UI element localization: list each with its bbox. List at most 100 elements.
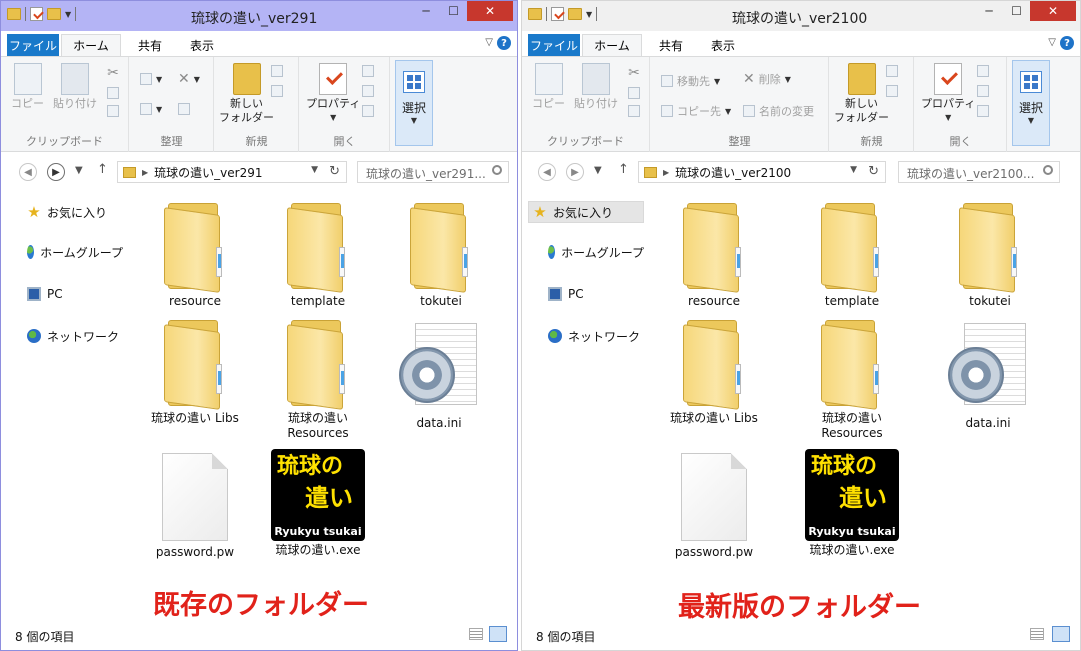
tab-view[interactable]: 表示 xyxy=(179,34,225,56)
chevron-down-icon[interactable]: ▼ xyxy=(311,165,318,175)
file-item-password[interactable]: password.pw xyxy=(135,453,255,560)
move-to-button[interactable]: 移動先 ▼ xyxy=(661,73,720,89)
details-view-icon[interactable] xyxy=(469,628,483,640)
rename-button[interactable]: 名前の変更 xyxy=(743,103,814,119)
up-arrow-icon[interactable]: ↑ xyxy=(97,162,108,177)
history-icon[interactable] xyxy=(977,105,989,117)
nav-homegroup[interactable]: ホームグループ xyxy=(528,241,644,263)
tab-share[interactable]: 共有 xyxy=(648,34,694,56)
rename-button[interactable] xyxy=(178,103,190,115)
paste-shortcut-icon[interactable] xyxy=(107,105,119,117)
large-icons-view-icon[interactable] xyxy=(489,626,507,642)
maximize-button[interactable]: ☐ xyxy=(1003,1,1030,21)
address-bar[interactable]: ▶ 琉球の遣い_ver291 ▼ ↻ xyxy=(117,161,347,183)
cut-icon[interactable]: ✂ xyxy=(107,65,119,81)
minimize-button[interactable]: ─ xyxy=(975,1,1003,21)
nav-favorites[interactable]: ★ お気に入り xyxy=(7,201,123,223)
folder-item-template[interactable]: template xyxy=(792,199,912,309)
select-button[interactable]: 選択 ▼ xyxy=(395,60,433,146)
help-icon[interactable]: ? xyxy=(1060,36,1074,50)
folder-item-resources[interactable]: 琉球の遣い Resources xyxy=(258,316,378,441)
search-input[interactable]: 琉球の遣い_ver2100... xyxy=(898,161,1060,183)
folder-item-tokutei[interactable]: tokutei xyxy=(930,199,1050,309)
close-button[interactable]: ✕ xyxy=(467,1,513,21)
maximize-button[interactable]: ☐ xyxy=(440,1,467,21)
copy-path-icon[interactable] xyxy=(628,87,640,99)
paste-shortcut-icon[interactable] xyxy=(628,105,640,117)
file-item-password[interactable]: password.pw xyxy=(654,453,774,560)
easy-access-icon[interactable] xyxy=(886,85,898,97)
new-folder-icon[interactable] xyxy=(47,8,61,20)
open-icon[interactable] xyxy=(977,65,989,77)
copy-button[interactable]: コピー xyxy=(532,63,565,111)
forward-button[interactable]: ▶ xyxy=(47,163,65,181)
title-bar[interactable]: ▼ 琉球の遣い_ver2100 ─ ☐ ✕ xyxy=(522,1,1080,31)
details-view-icon[interactable] xyxy=(1030,628,1044,640)
help-icon[interactable]: ? xyxy=(497,36,511,50)
copy-to-button[interactable]: コピー先 ▼ xyxy=(661,103,731,119)
nav-favorites[interactable]: ★ お気に入り xyxy=(528,201,644,223)
chevron-down-icon[interactable]: ▼ xyxy=(586,10,592,19)
new-folder-icon[interactable] xyxy=(568,8,582,20)
tab-view[interactable]: 表示 xyxy=(700,34,746,56)
large-icons-view-icon[interactable] xyxy=(1052,626,1070,642)
copy-path-icon[interactable] xyxy=(107,87,119,99)
refresh-icon[interactable]: ↻ xyxy=(868,164,879,179)
properties-icon[interactable] xyxy=(551,7,564,21)
easy-access-icon[interactable] xyxy=(271,85,283,97)
tab-share[interactable]: 共有 xyxy=(127,34,173,56)
chevron-down-icon[interactable]: ▼ xyxy=(850,165,857,175)
copy-to-button[interactable]: ▼ xyxy=(140,103,162,115)
file-item-data-ini[interactable]: data.ini xyxy=(928,321,1048,431)
properties-icon[interactable] xyxy=(30,7,43,21)
tab-file[interactable]: ファイル xyxy=(528,34,580,56)
forward-button[interactable]: ▶ xyxy=(566,163,584,181)
file-item-exe[interactable]: 琉球の 遣い Ryukyu tsukai 琉球の遣い.exe xyxy=(792,449,912,558)
properties-button[interactable]: プロパティ ▼ xyxy=(921,63,975,125)
nav-pc[interactable]: PC xyxy=(528,283,644,305)
file-item-data-ini[interactable]: data.ini xyxy=(379,321,499,431)
title-bar[interactable]: ▼ 琉球の遣い_ver291 ─ ☐ ✕ xyxy=(1,1,517,31)
address-bar[interactable]: ▶ 琉球の遣い_ver2100 ▼ ↻ xyxy=(638,161,886,183)
paste-button[interactable]: 貼り付け xyxy=(53,63,97,111)
recent-locations-icon[interactable]: ▼ xyxy=(75,165,83,176)
cut-icon[interactable]: ✂ xyxy=(628,65,640,81)
search-input[interactable]: 琉球の遣い_ver291... xyxy=(357,161,509,183)
chevron-down-icon[interactable]: ▽ xyxy=(1048,37,1056,48)
tab-home[interactable]: ホーム xyxy=(61,34,121,56)
back-button[interactable]: ◀ xyxy=(538,163,556,181)
file-item-exe[interactable]: 琉球の 遣い Ryukyu tsukai 琉球の遣い.exe xyxy=(258,449,378,558)
copy-button[interactable]: コピー xyxy=(11,63,44,111)
up-arrow-icon[interactable]: ↑ xyxy=(618,162,629,177)
close-button[interactable]: ✕ xyxy=(1030,1,1076,21)
folder-icon[interactable] xyxy=(528,8,542,20)
new-folder-button[interactable]: 新しい フォルダー xyxy=(219,63,274,125)
delete-button[interactable]: ✕ ▼ xyxy=(178,71,200,87)
folder-item-tokutei[interactable]: tokutei xyxy=(381,199,501,309)
nav-network[interactable]: ネットワーク xyxy=(7,325,123,347)
new-item-icon[interactable] xyxy=(271,65,283,77)
refresh-icon[interactable]: ↻ xyxy=(329,164,340,179)
back-button[interactable]: ◀ xyxy=(19,163,37,181)
folder-item-libs[interactable]: 琉球の遣い Libs xyxy=(135,316,255,426)
minimize-button[interactable]: ─ xyxy=(412,1,440,21)
folder-item-resource[interactable]: resource xyxy=(135,199,255,309)
nav-homegroup[interactable]: ホームグループ xyxy=(7,241,123,263)
chevron-down-icon[interactable]: ▽ xyxy=(485,37,493,48)
edit-icon[interactable] xyxy=(977,85,989,97)
tab-home[interactable]: ホーム xyxy=(582,34,642,56)
paste-button[interactable]: 貼り付け xyxy=(574,63,618,111)
breadcrumb-current[interactable]: 琉球の遣い_ver2100 xyxy=(675,164,791,181)
nav-network[interactable]: ネットワーク xyxy=(528,325,644,347)
breadcrumb-current[interactable]: 琉球の遣い_ver291 xyxy=(154,164,262,181)
move-to-button[interactable]: ▼ xyxy=(140,73,162,85)
delete-button[interactable]: ✕ 削除 ▼ xyxy=(743,71,791,87)
folder-item-resource[interactable]: resource xyxy=(654,199,774,309)
nav-pc[interactable]: PC xyxy=(7,283,123,305)
folder-item-resources[interactable]: 琉球の遣い Resources xyxy=(792,316,912,441)
chevron-down-icon[interactable]: ▼ xyxy=(65,10,71,19)
new-folder-button[interactable]: 新しい フォルダー xyxy=(834,63,889,125)
select-button[interactable]: 選択 ▼ xyxy=(1012,60,1050,146)
recent-locations-icon[interactable]: ▼ xyxy=(594,165,602,176)
open-icon[interactable] xyxy=(362,65,374,77)
